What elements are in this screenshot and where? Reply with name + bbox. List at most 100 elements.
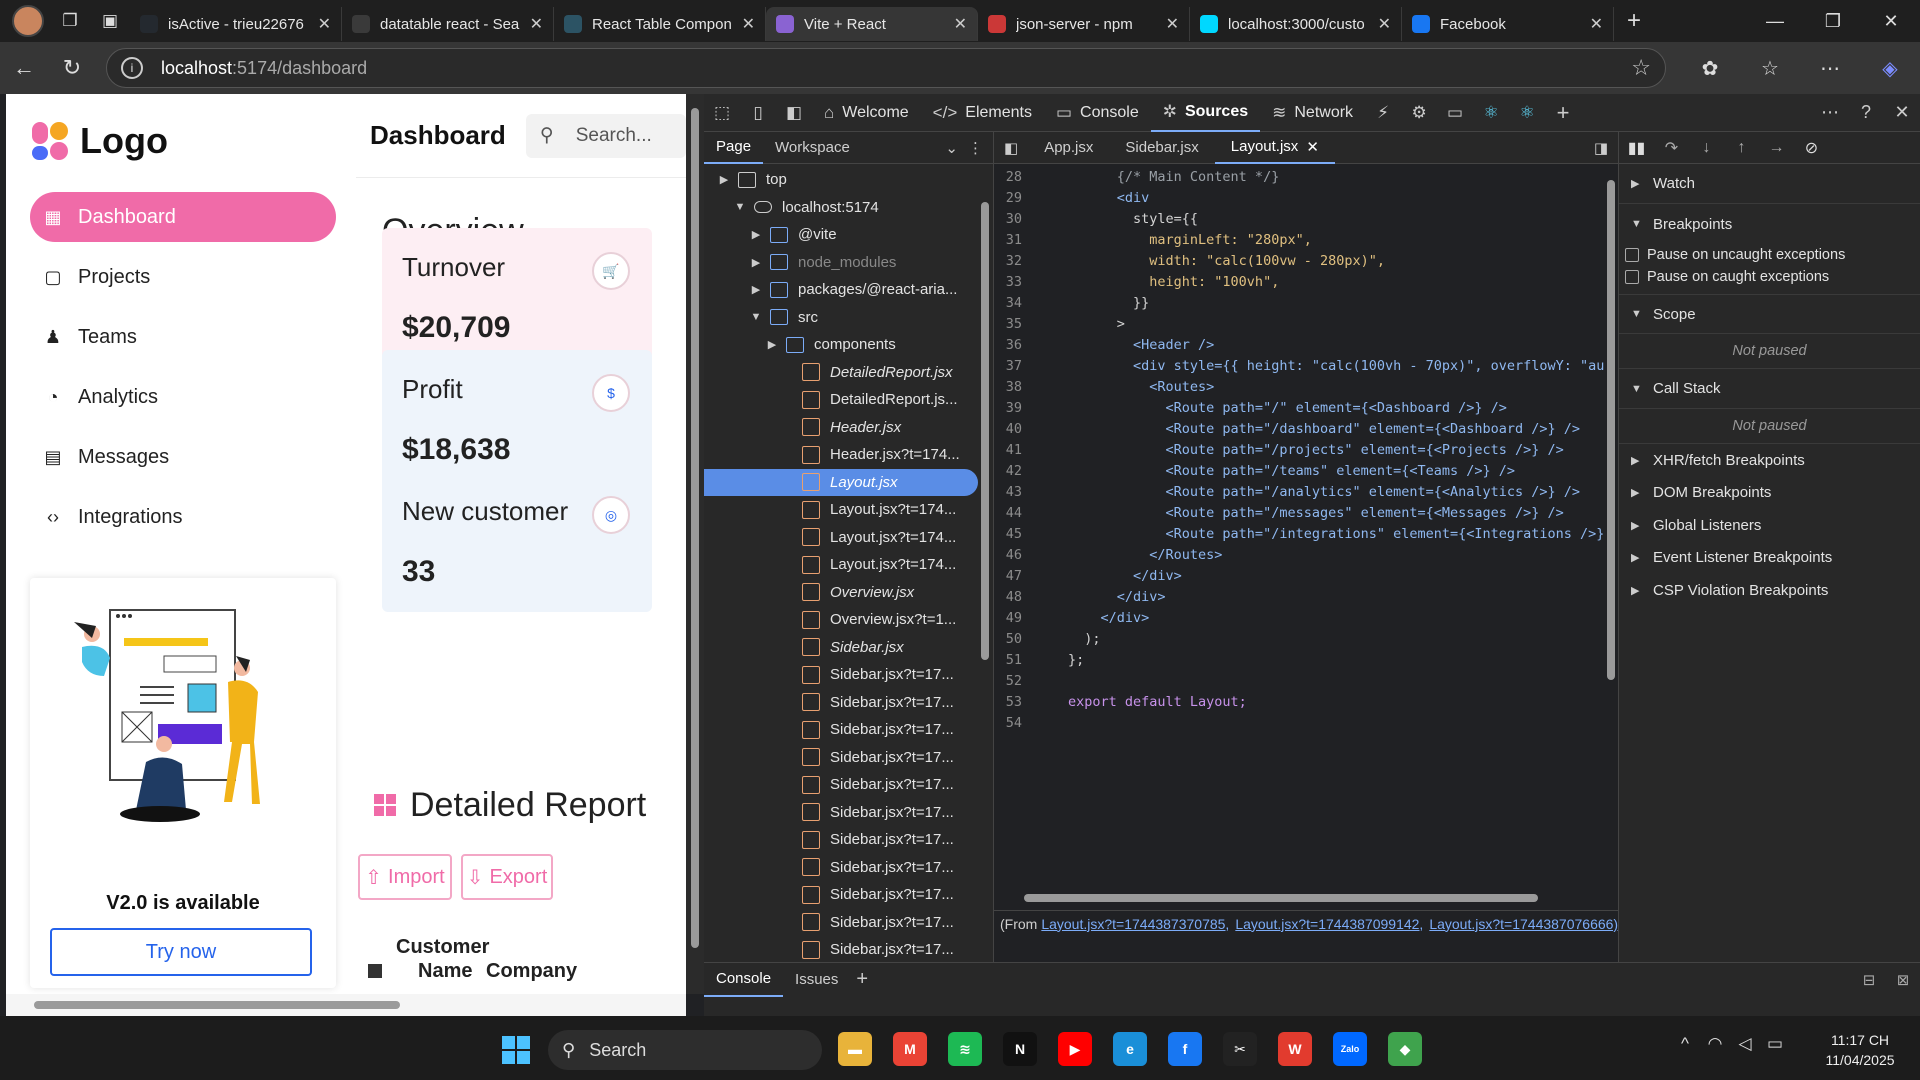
file-tree-item[interactable]: Layout.jsx?t=174...	[704, 524, 978, 552]
breakpoints-section[interactable]: ▼ Breakpoints	[1619, 204, 1920, 244]
minimize-icon[interactable]: —	[1746, 11, 1804, 32]
browser-tab[interactable]: Vite + React ✕	[766, 7, 978, 41]
react-profiler-icon[interactable]: ⚛	[1509, 103, 1545, 123]
volume-icon[interactable]: ◁	[1730, 1034, 1760, 1054]
drawer-add-tab-icon[interactable]: +	[856, 968, 868, 991]
tray-chevron-icon[interactable]: ^	[1670, 1034, 1700, 1054]
tree-expand-arrow-icon[interactable]: ▶	[716, 173, 732, 186]
step-icon[interactable]: →	[1759, 139, 1794, 157]
drawer-tab-issues[interactable]: Issues	[783, 963, 850, 997]
devtools-tab-sources[interactable]: ✲ Sources	[1150, 94, 1261, 132]
file-tree-item[interactable]: ▶ packages/@react-aria...	[704, 276, 978, 304]
file-tree-item[interactable]: Sidebar.jsx?t=17...	[704, 936, 978, 964]
editor-tab[interactable]: Sidebar.jsx	[1109, 132, 1214, 164]
close-devtools-icon[interactable]: ✕	[1884, 102, 1920, 123]
react-components-icon[interactable]: ⚛	[1473, 103, 1509, 123]
navigator-kebab-icon[interactable]: ⋮	[968, 139, 983, 157]
file-explorer-icon[interactable]: ▬	[838, 1032, 872, 1066]
tab-close-icon[interactable]: ✕	[318, 14, 331, 34]
browser-tab[interactable]: json-server - npm ✕	[978, 7, 1190, 41]
drawer-tab-console[interactable]: Console	[704, 963, 784, 997]
scope-section[interactable]: ▼ Scope	[1619, 294, 1920, 334]
file-tree-item[interactable]: Layout.jsx?t=174...	[704, 496, 978, 524]
file-tree-item[interactable]: Sidebar.jsx?t=17...	[704, 771, 978, 799]
file-tree-item[interactable]: Sidebar.jsx?t=17...	[704, 661, 978, 689]
file-tree-item[interactable]: Sidebar.jsx?t=17...	[704, 799, 978, 827]
navigator-tab-page[interactable]: Page	[704, 132, 764, 164]
new-tab-icon[interactable]: +	[1614, 5, 1654, 37]
file-tree-item[interactable]: Sidebar.jsx?t=17...	[704, 854, 978, 882]
file-tree-item[interactable]: DetailedReport.jsx	[704, 359, 978, 387]
devtools-tab-elements[interactable]: </> Elements	[921, 94, 1044, 132]
step-out-icon[interactable]: ↑	[1724, 139, 1759, 157]
editor-tab[interactable]: App.jsx	[1028, 132, 1109, 164]
sidebar-item-teams[interactable]: ♟ Teams	[30, 312, 336, 362]
copilot-icon[interactable]: ◈	[1860, 56, 1920, 81]
performance-icon[interactable]: ⚡	[1365, 103, 1401, 123]
code-vertical-scrollbar[interactable]	[1604, 166, 1618, 890]
settings-gear-icon[interactable]: ⚙	[1401, 103, 1437, 123]
zalo-icon[interactable]: Zalo	[1333, 1032, 1367, 1066]
favorite-star-icon[interactable]: ☆	[1631, 55, 1651, 81]
step-into-icon[interactable]: ↓	[1689, 139, 1724, 157]
tab-close-icon[interactable]: ✕	[742, 14, 755, 34]
netflix-icon[interactable]: N	[1003, 1032, 1037, 1066]
profile-avatar[interactable]	[12, 5, 44, 37]
from-link[interactable]: Layout.jsx?t=1744387076666)	[1429, 916, 1618, 932]
maximize-icon[interactable]: ❐	[1804, 11, 1862, 32]
sidebar-item-analytics[interactable]: ◔ Analytics	[30, 372, 336, 422]
file-tree-item[interactable]: Sidebar.jsx	[704, 634, 978, 662]
tree-expand-arrow-icon[interactable]: ▼	[732, 201, 748, 213]
youtube-icon[interactable]: ▶	[1058, 1032, 1092, 1066]
tree-expand-arrow-icon[interactable]: ▶	[748, 228, 764, 241]
battery-icon[interactable]: ▭	[1760, 1034, 1790, 1054]
devtools-tab-welcome[interactable]: ⌂ Welcome	[812, 94, 921, 132]
file-tree-item[interactable]: Header.jsx?t=174...	[704, 441, 978, 469]
file-tree-scrollbar[interactable]	[978, 166, 992, 962]
sidebar-item-dashboard[interactable]: ▦ Dashboard	[30, 192, 336, 242]
file-tree-item[interactable]: Layout.jsx?t=174...	[704, 551, 978, 579]
edge-icon[interactable]: e	[1113, 1032, 1147, 1066]
browser-tab[interactable]: localhost:3000/custo ✕	[1190, 7, 1402, 41]
address-bar[interactable]: i localhost:5174/dashboard ☆	[106, 48, 1666, 88]
file-tree-item[interactable]: ▼ localhost:5174	[704, 194, 978, 222]
help-icon[interactable]: ?	[1848, 102, 1884, 123]
pause-uncaught-checkbox[interactable]: Pause on uncaught exceptions	[1619, 244, 1920, 266]
editor-tab-close-icon[interactable]: ✕	[1306, 138, 1319, 156]
file-tree-item[interactable]: Sidebar.jsx?t=17...	[704, 909, 978, 937]
file-tree-item[interactable]: Layout.jsx	[704, 468, 978, 496]
code-horizontal-scrollbar[interactable]	[994, 890, 1604, 906]
tree-expand-arrow-icon[interactable]: ▶	[748, 283, 764, 296]
watch-section[interactable]: ▶ Watch	[1619, 164, 1920, 204]
tab-close-icon[interactable]: ✕	[1378, 14, 1391, 34]
breakpoint-group[interactable]: ▶ CSP Violation Breakpoints	[1619, 574, 1920, 607]
file-tree-item[interactable]: Sidebar.jsx?t=17...	[704, 881, 978, 909]
pause-icon[interactable]: ▮▮	[1619, 138, 1654, 158]
file-tree-item[interactable]: Sidebar.jsx?t=17...	[704, 689, 978, 717]
taskbar-clock[interactable]: 11:17 CH 11/04/2025	[1812, 1030, 1908, 1070]
toggle-navigator-icon[interactable]: ◧	[994, 139, 1028, 157]
workspaces-icon[interactable]: ❐	[50, 5, 90, 37]
page-horizontal-scrollbar[interactable]	[6, 994, 686, 1016]
more-tools-icon[interactable]: +	[1545, 100, 1581, 126]
navigator-tab-workspace[interactable]: Workspace	[763, 132, 862, 164]
tree-expand-arrow-icon[interactable]: ▶	[764, 338, 780, 351]
browser-tab[interactable]: isActive - trieu22676 ✕	[130, 7, 342, 41]
app-logo[interactable]: Logo	[32, 120, 168, 162]
breakpoint-group[interactable]: ▶ Event Listener Breakpoints	[1619, 542, 1920, 575]
device-toolbar-icon[interactable]: ▯	[740, 103, 776, 123]
step-over-icon[interactable]: ↷	[1654, 138, 1689, 158]
from-link[interactable]: Layout.jsx?t=1744387099142,	[1235, 916, 1423, 932]
dock-icon[interactable]: ◧	[776, 103, 812, 123]
file-tree-item[interactable]: ▶ node_modules	[704, 249, 978, 277]
gmail-icon[interactable]: M	[893, 1032, 927, 1066]
file-tree-item[interactable]: Sidebar.jsx?t=17...	[704, 826, 978, 854]
breakpoint-group[interactable]: ▶ XHR/fetch Breakpoints	[1619, 444, 1920, 477]
try-now-button[interactable]: Try now	[50, 928, 312, 976]
call-stack-section[interactable]: ▼ Call Stack	[1619, 369, 1920, 409]
file-tree-item[interactable]: DetailedReport.js...	[704, 386, 978, 414]
page-vertical-scrollbar[interactable]	[686, 94, 704, 994]
file-tree-item[interactable]: ▶ components	[704, 331, 978, 359]
site-info-icon[interactable]: i	[121, 57, 143, 79]
capcut-icon[interactable]: ✂	[1223, 1032, 1257, 1066]
